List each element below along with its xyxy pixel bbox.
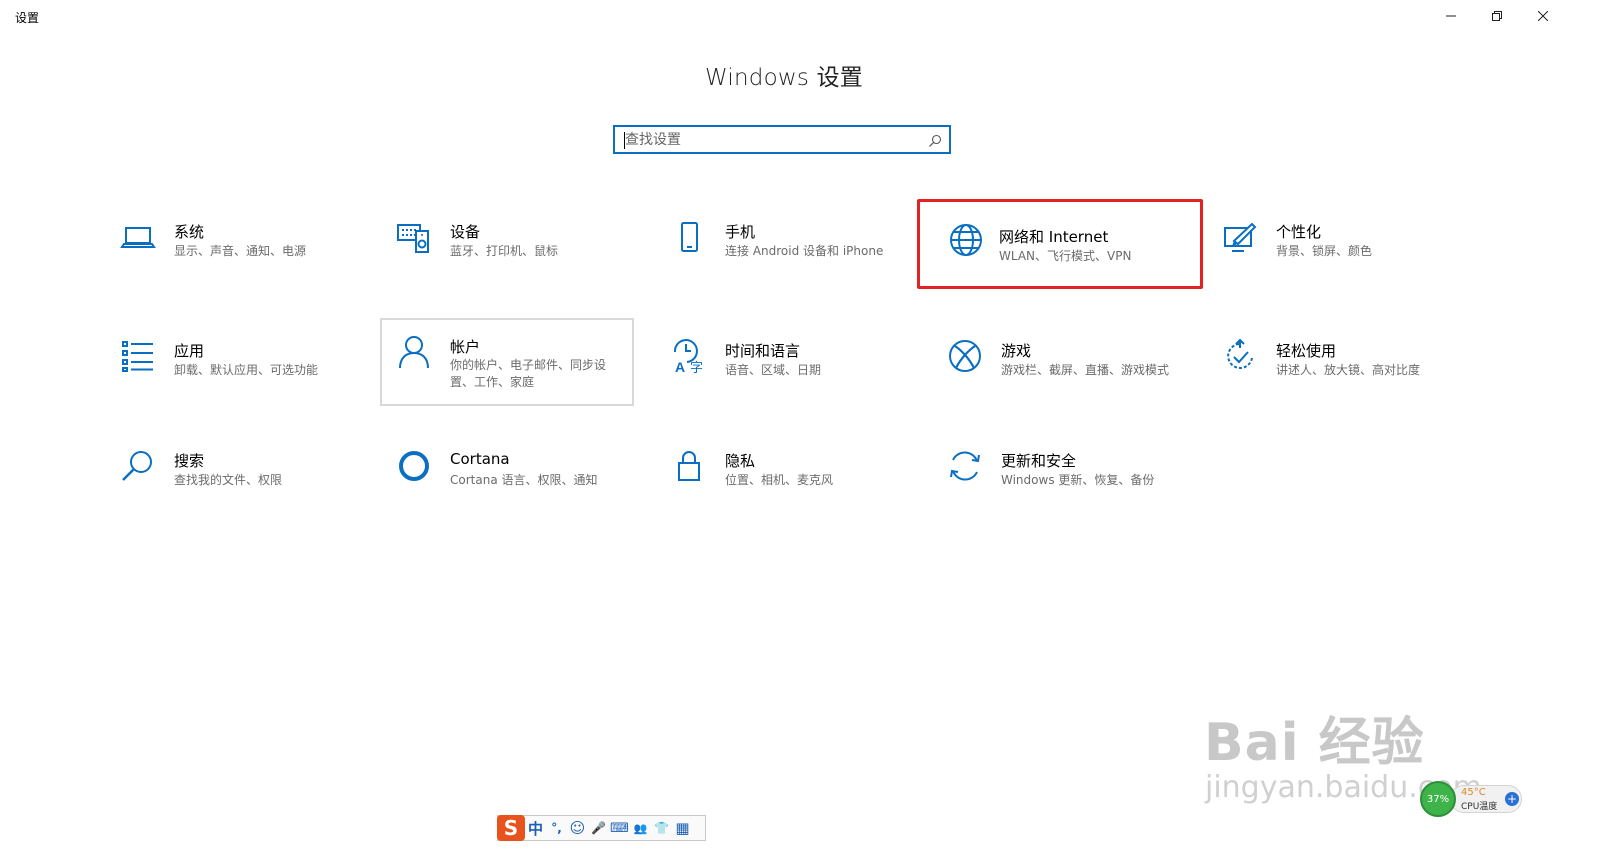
tile-devices[interactable]: 设备 蓝牙、打印机、鼠标 xyxy=(380,199,634,287)
window-title: 设置 xyxy=(15,11,40,25)
tile-title: 手机 xyxy=(725,223,756,241)
search-magnifier-icon xyxy=(120,448,156,484)
title-bar: 设置 xyxy=(0,0,1600,32)
tile-accounts[interactable]: 帐户 你的帐户、电子邮件、同步设置、工作、家庭 xyxy=(380,318,634,406)
restore-button[interactable] xyxy=(1474,0,1520,32)
tile-personalization[interactable]: 个性化 背景、锁屏、颜色 xyxy=(1206,199,1460,287)
sogou-logo-icon[interactable]: S xyxy=(497,815,525,841)
ime-chinese-mode[interactable]: 中 xyxy=(525,816,546,840)
ime-keyboard-icon[interactable]: ⌨ xyxy=(609,816,630,840)
tile-apps[interactable]: 应用 卸载、默认应用、可选功能 xyxy=(104,318,358,406)
tile-desc: WLAN、飞行模式、VPN xyxy=(999,249,1132,263)
tile-title: 隐私 xyxy=(725,452,756,470)
cpu-label: CPU温度 xyxy=(1461,802,1498,812)
tile-title: 轻松使用 xyxy=(1276,342,1337,360)
ime-emoji-icon[interactable]: ☺ xyxy=(567,816,588,840)
keyboard-speaker-icon xyxy=(396,219,432,255)
tile-title: 设备 xyxy=(450,223,481,241)
tile-title: 更新和安全 xyxy=(1001,452,1077,470)
tile-privacy[interactable]: 隐私 位置、相机、麦克风 xyxy=(655,428,909,516)
lock-icon xyxy=(671,448,707,484)
tile-desc: 查找我的文件、权限 xyxy=(174,473,283,487)
close-icon xyxy=(1538,11,1548,21)
cpu-widget[interactable]: 45°C CPU温度 + 37% xyxy=(1420,781,1524,817)
ime-users-icon[interactable]: 👥 xyxy=(630,816,651,840)
ime-toolbox-icon[interactable]: ▦ xyxy=(672,816,693,840)
tile-desc: 蓝牙、打印机、鼠标 xyxy=(450,244,559,258)
tile-time-language[interactable]: A字 时间和语言 语音、区域、日期 xyxy=(655,318,909,406)
tile-title: 网络和 Internet xyxy=(999,228,1109,246)
tile-title: 搜索 xyxy=(174,452,205,470)
tile-system[interactable]: 系统 显示、声音、通知、电源 xyxy=(104,199,358,287)
search-icon[interactable] xyxy=(928,134,942,148)
tile-search[interactable]: 搜索 查找我的文件、权限 xyxy=(104,428,358,516)
cpu-usage-bubble[interactable]: 37% xyxy=(1420,781,1456,817)
tile-desc: 你的帐户、电子邮件、同步设置、工作、家庭 xyxy=(450,358,607,389)
laptop-icon xyxy=(120,219,156,255)
page-title: Windows 设置 xyxy=(705,65,863,91)
paintbrush-icon xyxy=(1222,219,1258,255)
ime-skin-icon[interactable]: 👕 xyxy=(651,816,672,840)
tile-ease-of-access[interactable]: 轻松使用 讲述人、放大镜、高对比度 xyxy=(1206,318,1460,406)
tile-desc: 背景、锁屏、颜色 xyxy=(1276,244,1373,258)
tile-title: 应用 xyxy=(174,342,205,360)
tile-desc: 语音、区域、日期 xyxy=(725,363,822,377)
cortana-ring-icon xyxy=(396,448,432,484)
cpu-temp: 45°C xyxy=(1461,787,1486,798)
cpu-panel[interactable]: 45°C CPU温度 + xyxy=(1450,785,1522,813)
tile-title: 帐户 xyxy=(450,338,481,356)
tile-title: Cortana xyxy=(450,450,510,468)
tile-cortana[interactable]: Cortana Cortana 语言、权限、通知 xyxy=(380,428,634,516)
tile-update-security[interactable]: 更新和安全 Windows 更新、恢复、备份 xyxy=(931,428,1185,516)
plus-icon[interactable]: + xyxy=(1505,792,1519,806)
ime-voice-icon[interactable]: 🎤 xyxy=(588,816,609,840)
tile-desc: 游戏栏、截屏、直播、游戏模式 xyxy=(1001,363,1170,377)
tile-desc: 连接 Android 设备和 iPhone xyxy=(725,244,884,258)
tile-desc: 卸载、默认应用、可选功能 xyxy=(174,363,319,377)
tile-title: 系统 xyxy=(174,223,205,241)
tile-network[interactable]: 网络和 Internet WLAN、飞行模式、VPN xyxy=(917,199,1203,289)
search-box[interactable] xyxy=(613,125,951,154)
minimize-icon xyxy=(1446,15,1456,17)
ease-of-access-icon xyxy=(1222,338,1258,374)
ime-toolbar[interactable]: S 中 °, ☺ 🎤 ⌨ 👥 👕 ▦ xyxy=(497,815,706,841)
minimize-button[interactable] xyxy=(1428,0,1474,32)
tile-title: 时间和语言 xyxy=(725,342,801,360)
tile-desc: Windows 更新、恢复、备份 xyxy=(1001,473,1155,487)
search-input[interactable] xyxy=(625,130,925,150)
close-button[interactable] xyxy=(1520,0,1566,32)
globe-icon xyxy=(948,222,984,258)
tile-phone[interactable]: 手机 连接 Android 设备和 iPhone xyxy=(655,199,909,287)
sync-icon xyxy=(947,448,983,484)
phone-icon xyxy=(671,219,707,255)
svg-text:A: A xyxy=(675,359,685,374)
tile-desc: 位置、相机、麦克风 xyxy=(725,473,834,487)
tile-title: 个性化 xyxy=(1276,223,1322,241)
person-icon xyxy=(396,334,432,370)
tile-desc: 讲述人、放大镜、高对比度 xyxy=(1276,363,1421,377)
tile-desc: Cortana 语言、权限、通知 xyxy=(450,473,598,487)
restore-icon xyxy=(1492,11,1502,21)
tile-gaming[interactable]: 游戏 游戏栏、截屏、直播、游戏模式 xyxy=(931,318,1185,406)
tile-title: 游戏 xyxy=(1001,342,1032,360)
watermark-brand: Bai 经验 xyxy=(1204,713,1425,773)
apps-list-icon xyxy=(120,338,156,374)
xbox-icon xyxy=(947,338,983,374)
svg-text:字: 字 xyxy=(690,360,703,374)
ime-punctuation[interactable]: °, xyxy=(546,816,567,840)
time-language-icon: A字 xyxy=(671,338,707,374)
tile-desc: 显示、声音、通知、电源 xyxy=(174,244,307,258)
